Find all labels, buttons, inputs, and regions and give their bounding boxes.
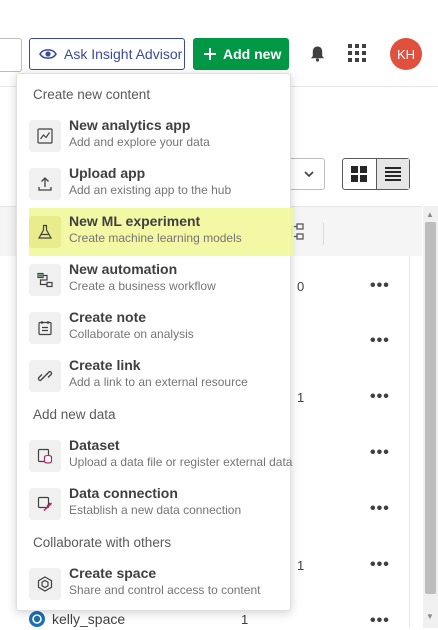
menu-item-upload-app[interactable]: Upload app Add an existing app to the hu… — [17, 162, 290, 206]
more-actions-button[interactable]: ••• — [370, 388, 390, 406]
menu-item-title: New analytics app — [69, 117, 191, 133]
menu-item-subtitle: Create a business workflow — [69, 279, 216, 293]
ask-insight-advisor-label: Ask Insight Advisor — [64, 46, 183, 62]
add-new-menu: Create new content New analytics app Add… — [16, 73, 294, 611]
section-collaborate-with-others: Collaborate with others — [33, 535, 172, 550]
menu-item-dataset[interactable]: Dataset Upload a data file or register e… — [17, 434, 293, 478]
space-name: kelly_space — [52, 611, 126, 627]
menu-item-create-note[interactable]: Create note Collaborate on analysis — [17, 306, 290, 350]
avatar[interactable]: KH — [390, 38, 422, 70]
menu-item-title: Create note — [69, 309, 147, 325]
add-new-button[interactable]: Add new — [193, 38, 289, 70]
column-divider — [323, 223, 324, 245]
row-count: 1 — [297, 390, 305, 405]
menu-item-title: Upload app — [69, 165, 146, 181]
menu-item-new-automation[interactable]: New automation Create a business workflo… — [17, 258, 290, 302]
space-icon — [29, 568, 61, 600]
automation-icon — [29, 264, 61, 296]
more-actions-button[interactable]: ••• — [370, 277, 390, 295]
apps-grid-icon[interactable] — [348, 44, 366, 62]
row-count: 1 — [297, 558, 305, 573]
scrollbar-thumb[interactable] — [425, 222, 436, 594]
ask-insight-advisor-button[interactable]: Ask Insight Advisor — [29, 38, 185, 70]
grid-view-button[interactable] — [343, 159, 376, 189]
data-connection-icon — [29, 488, 61, 520]
table-row[interactable]: kelly_space — [28, 610, 125, 628]
flask-icon — [29, 216, 61, 248]
menu-item-new-analytics-app[interactable]: New analytics app Add and explore your d… — [17, 114, 290, 158]
scrollbar[interactable]: ▲ ▼ — [423, 206, 438, 628]
more-actions-button[interactable]: ••• — [370, 332, 390, 350]
menu-item-subtitle: Collaborate on analysis — [69, 327, 194, 341]
menu-item-subtitle: Share and control access to content — [69, 583, 261, 597]
menu-item-subtitle: Add a link to an external resource — [69, 375, 248, 389]
menu-item-subtitle: Add an existing app to the hub — [69, 183, 232, 197]
add-new-label: Add new — [223, 46, 282, 62]
upload-icon — [29, 168, 61, 200]
menu-item-subtitle: Create machine learning models — [69, 231, 242, 245]
menu-item-title: New ML experiment — [69, 213, 201, 229]
list-view-icon — [384, 167, 401, 181]
menu-item-subtitle: Establish a new data connection — [69, 503, 242, 517]
menu-item-subtitle: Add and explore your data — [69, 135, 210, 149]
space-icon — [29, 611, 45, 627]
scroll-down-icon[interactable]: ▼ — [426, 612, 434, 621]
card-edge — [409, 256, 410, 628]
more-actions-button[interactable]: ••• — [370, 612, 390, 630]
eye-icon — [39, 49, 57, 59]
row-count: 1 — [241, 612, 249, 627]
menu-item-title: Create space — [69, 565, 157, 581]
more-actions-button[interactable]: ••• — [370, 500, 390, 518]
grid-view-icon — [351, 166, 368, 182]
menu-item-title: New automation — [69, 261, 178, 277]
row-count: 0 — [297, 279, 305, 294]
analytics-app-icon — [29, 120, 61, 152]
plus-icon — [204, 48, 216, 60]
more-actions-button[interactable]: ••• — [370, 556, 390, 574]
link-icon — [29, 360, 61, 392]
bell-icon[interactable] — [309, 45, 326, 62]
more-actions-button[interactable]: ••• — [370, 444, 390, 462]
menu-item-title: Dataset — [69, 437, 120, 453]
menu-item-create-link[interactable]: Create link Add a link to an external re… — [17, 354, 290, 398]
section-add-new-data: Add new data — [33, 407, 116, 422]
menu-item-title: Data connection — [69, 485, 178, 501]
dataset-icon — [29, 440, 61, 472]
menu-item-create-space[interactable]: Create space Share and control access to… — [17, 562, 290, 606]
menu-item-new-ml-experiment[interactable]: New ML experiment Create machine learnin… — [17, 208, 294, 256]
menu-item-data-connection[interactable]: Data connection Establish a new data con… — [17, 482, 290, 526]
note-icon — [29, 312, 61, 344]
search-input[interactable] — [0, 38, 22, 72]
menu-item-title: Create link — [69, 357, 141, 373]
scroll-up-icon[interactable]: ▲ — [426, 210, 434, 219]
menu-item-subtitle: Upload a data file or register external … — [69, 455, 293, 469]
view-toggle — [342, 158, 410, 190]
list-view-button[interactable] — [375, 159, 409, 189]
section-create-new-content: Create new content — [33, 87, 151, 102]
chevron-down-icon — [304, 171, 314, 177]
